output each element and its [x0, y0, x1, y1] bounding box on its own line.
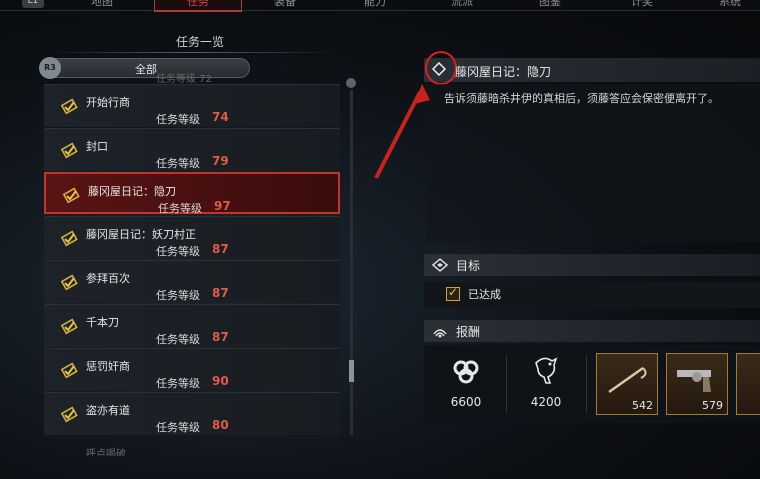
partial-list-item: 呼点喝破: [86, 449, 126, 456]
detail-body-panel: [426, 84, 760, 242]
glory-value: 4200: [530, 395, 562, 409]
tab-codex[interactable]: 图鉴: [520, 0, 580, 10]
rewards-row: 6600 4200 542 579: [424, 345, 760, 423]
l1-button[interactable]: L1: [22, 0, 44, 8]
mission-name: 封口: [86, 140, 108, 153]
pistol-icon: [677, 370, 711, 392]
list-item[interactable]: 藤冈屋日记：妖刀村正 任务等级 87: [44, 216, 340, 259]
mission-name: 藤冈屋日记：隐刀: [88, 185, 176, 198]
mission-level: 87: [212, 286, 229, 300]
mission-name: 盗亦有道: [86, 404, 130, 417]
list-item[interactable]: 惩罚奸商 任务等级 90: [44, 348, 340, 391]
item-count: 542: [632, 399, 653, 412]
quest-scroll-icon: [60, 230, 78, 247]
divider: [44, 52, 340, 53]
mission-level-label: 任务等级: [156, 377, 200, 390]
kusarigama-icon: [608, 366, 647, 394]
objective-header: 目标: [424, 254, 760, 276]
scrollbar[interactable]: [350, 90, 353, 435]
scrollbar-thumb[interactable]: [349, 360, 354, 382]
rewards-label: 报酬: [456, 325, 481, 339]
amrita-icon: [453, 360, 479, 384]
reward-item-pistol[interactable]: 579: [666, 353, 728, 415]
quest-scroll-icon: [60, 362, 78, 379]
mission-level-label: 任务等级: [156, 245, 200, 258]
divider: [506, 355, 507, 413]
detail-description: 告诉须藤暗杀井伊的真相后，须藤答应会保密便离开了。: [444, 92, 719, 105]
list-item[interactable]: 参拜百次 任务等级 87: [44, 260, 340, 303]
mission-name: 惩罚奸商: [86, 360, 130, 373]
mission-level: 87: [212, 330, 229, 344]
tab-map[interactable]: 地图: [72, 0, 132, 10]
list-item[interactable]: 盗亦有道 任务等级 80: [44, 392, 340, 435]
objective-label: 目标: [456, 259, 481, 273]
item-count: 579: [702, 399, 723, 412]
mission-name: 参拜百次: [86, 272, 130, 285]
scroll-up-icon[interactable]: [346, 78, 356, 88]
quest-scroll-icon: [60, 318, 78, 335]
list-item[interactable]: 开始行商 任务等级 74: [44, 84, 340, 127]
reward-item-kusarigama[interactable]: 542: [596, 353, 658, 415]
mission-level: 87: [212, 242, 229, 256]
mission-level: 79: [212, 154, 229, 168]
glory-bird-icon: [535, 357, 558, 384]
quest-scroll-icon: [60, 98, 78, 115]
mission-level: 90: [212, 374, 229, 388]
tab-missions[interactable]: 任务: [154, 0, 242, 12]
objective-row: ✓ 已达成: [424, 282, 760, 308]
tab-rewards[interactable]: 计奖: [612, 0, 672, 10]
rewards-icon: [433, 329, 447, 338]
mission-level-label: 任务等级: [158, 202, 202, 215]
top-nav: L1 地图 任务 装备 能力 流派 图鉴 计奖 系统: [0, 0, 760, 12]
detail-title: 藤冈屋日记：隐刀: [455, 65, 552, 79]
partial-list-item: 任务等级 72: [156, 74, 212, 84]
mission-level-label: 任务等级: [156, 333, 200, 346]
mission-level: 74: [212, 110, 229, 124]
divider: [586, 355, 587, 413]
rewards-header: 报酬: [424, 320, 760, 342]
mission-level-label: 任务等级: [156, 157, 200, 170]
mission-list: 开始行商 任务等级 74 封口 任务等级 79 藤冈屋日记：隐刀 任务等级 97…: [44, 84, 340, 444]
quest-scroll-icon: [60, 406, 78, 423]
quest-scroll-icon: [60, 142, 78, 159]
mission-name: 开始行商: [86, 96, 130, 109]
mission-name: 千本刀: [86, 316, 119, 329]
mission-level-label: 任务等级: [156, 113, 200, 126]
list-item[interactable]: 封口 任务等级 79: [44, 128, 340, 171]
tab-system[interactable]: 系统: [700, 0, 760, 10]
checkbox-checked-icon: ✓: [446, 285, 460, 301]
quest-scroll-icon: [60, 274, 78, 291]
amrita-value: 6600: [450, 395, 482, 409]
list-title: 任务一览: [176, 35, 225, 49]
reward-item-partial[interactable]: [736, 353, 760, 415]
mission-level-label: 任务等级: [156, 421, 200, 434]
mission-level: 97: [214, 199, 231, 213]
quest-scroll-icon: [62, 187, 80, 204]
tab-styles[interactable]: 流派: [432, 0, 492, 10]
annotation-arrow: [374, 84, 430, 179]
mission-level: 80: [212, 418, 229, 432]
reward-glory: 4200: [516, 345, 576, 423]
list-item[interactable]: 千本刀 任务等级 87: [44, 304, 340, 347]
objective-text: 已达成: [468, 288, 501, 301]
tab-skills[interactable]: 能力: [345, 0, 405, 10]
mission-name: 藤冈屋日记：妖刀村正: [86, 228, 196, 241]
list-item-selected[interactable]: 藤冈屋日记：隐刀 任务等级 97: [44, 172, 340, 215]
tab-equipment[interactable]: 装备: [255, 0, 315, 10]
reward-amrita: 6600: [436, 345, 496, 423]
objective-icon: [432, 258, 448, 272]
mission-level-label: 任务等级: [156, 289, 200, 302]
